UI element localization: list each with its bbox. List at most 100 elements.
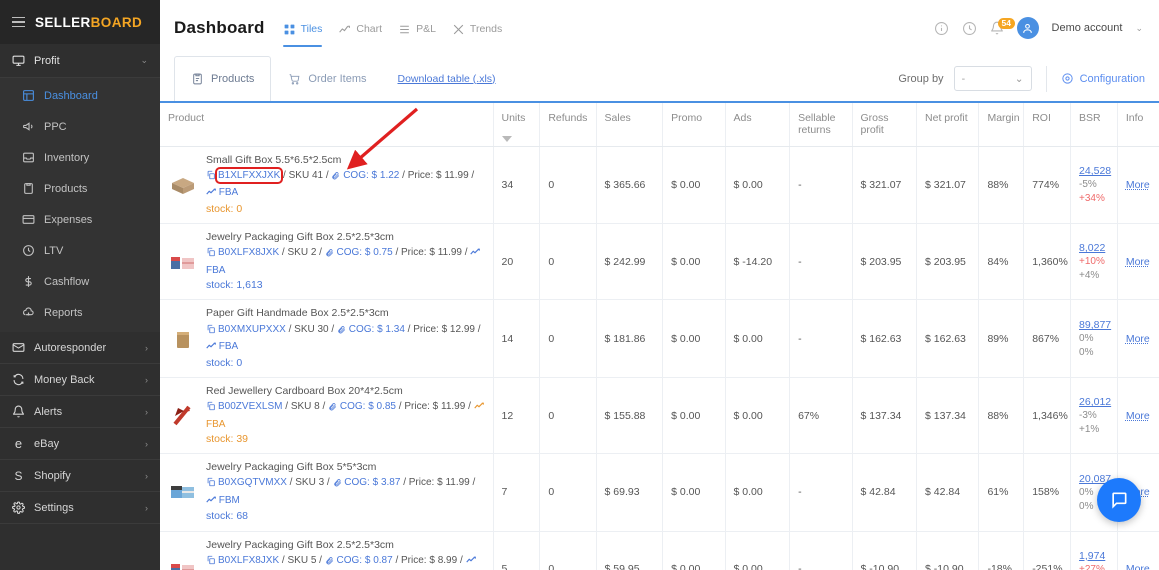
product-cog[interactable]: COG: $ 0.85	[340, 401, 396, 412]
table-row[interactable]: Jewelry Packaging Gift Box 2.5*2.5*3cm B0…	[160, 223, 1159, 301]
bsr-value[interactable]: 8,022	[1079, 241, 1111, 255]
col-bsr[interactable]: BSR	[1070, 103, 1118, 147]
account-name[interactable]: Demo account	[1052, 22, 1123, 34]
sidebar-item-alerts[interactable]: Alerts ›	[0, 396, 160, 428]
view-tab-tiles[interactable]: Tiles	[282, 0, 322, 56]
menu-toggle-button[interactable]	[12, 16, 25, 28]
tab-products[interactable]: Products	[174, 56, 272, 101]
copy-icon[interactable]	[206, 555, 216, 570]
sidebar-group-profit[interactable]: Profit ⌄	[0, 44, 160, 78]
products-table-container[interactable]: Product Units Refunds Sales Promo Ads Se…	[160, 103, 1159, 570]
copy-icon[interactable]	[206, 477, 216, 493]
table-row[interactable]: Paper Gift Handmade Box 2.5*2.5*3cm B0XMX…	[160, 299, 1159, 378]
link-icon[interactable]	[325, 248, 334, 263]
filter-icon[interactable]	[501, 135, 512, 142]
col-net-profit[interactable]: Net profit	[916, 103, 980, 147]
cart-icon	[288, 73, 301, 86]
trends-icon	[452, 23, 465, 36]
info-icon[interactable]	[934, 21, 949, 36]
link-icon[interactable]	[325, 556, 334, 570]
sidebar-item-autoresponder[interactable]: Autoresponder ›	[0, 332, 160, 364]
col-promo[interactable]: Promo	[662, 103, 726, 147]
sidebar-group-label: Profit	[34, 54, 60, 67]
chat-widget-button[interactable]	[1097, 478, 1141, 522]
col-refunds[interactable]: Refunds	[539, 103, 597, 147]
view-tab-trends[interactable]: Trends	[452, 0, 502, 56]
more-link[interactable]: More	[1126, 256, 1150, 268]
sidebar-item-ppc[interactable]: PPC	[0, 111, 160, 142]
product-cog[interactable]: COG: $ 1.22	[343, 170, 399, 181]
product-asin[interactable]: B0XLFX8JXK	[218, 555, 279, 566]
product-asin[interactable]: B0XMXUPXXX	[218, 324, 286, 335]
table-row[interactable]: Red Jewellery Cardboard Box 20*4*2.5cm B0…	[160, 377, 1159, 455]
copy-icon[interactable]	[206, 170, 216, 186]
view-tab-chart[interactable]: Chart	[338, 0, 382, 56]
history-clock-icon[interactable]	[962, 21, 977, 36]
sidebar-item-money-back[interactable]: Money Back ›	[0, 364, 160, 396]
product-channel[interactable]: FBA	[206, 265, 225, 276]
product-asin[interactable]: B0XLFX8JXK	[218, 247, 279, 258]
col-info[interactable]: Info	[1117, 103, 1159, 147]
col-product[interactable]: Product	[160, 103, 494, 147]
sidebar-item-shopify[interactable]: S Shopify ›	[0, 460, 160, 492]
col-gross-profit[interactable]: Gross profit	[852, 103, 918, 147]
more-link[interactable]: More	[1126, 333, 1150, 345]
shopify-icon: S	[14, 468, 23, 483]
product-asin[interactable]: B00ZVEXLSM	[218, 401, 282, 412]
product-channel[interactable]: FBA	[206, 419, 225, 430]
product-asin[interactable]: B1XLFXXJXK	[214, 166, 284, 184]
product-cog[interactable]: COG: $ 3.87	[344, 477, 400, 488]
link-icon[interactable]	[328, 402, 337, 417]
sidebar-item-expenses[interactable]: Expenses	[0, 204, 160, 235]
more-link[interactable]: More	[1126, 563, 1150, 570]
more-link[interactable]: More	[1126, 179, 1150, 191]
more-link[interactable]: More	[1126, 410, 1150, 422]
bsr-value[interactable]: 24,528	[1079, 164, 1111, 178]
bsr-value[interactable]: 1,974	[1079, 549, 1111, 563]
col-units[interactable]: Units	[493, 103, 541, 147]
table-row[interactable]: Jewelry Packaging Gift Box 2.5*2.5*3cm B0…	[160, 531, 1159, 570]
product-asin[interactable]: B0XGQTVMXX	[218, 477, 287, 488]
table-row[interactable]: Small Gift Box 5.5*6.5*2.5cm B1XLFXXJXK /…	[160, 146, 1159, 224]
col-sales[interactable]: Sales	[596, 103, 664, 147]
link-icon[interactable]	[337, 325, 346, 340]
chevron-down-icon[interactable]: ⌄	[1135, 23, 1143, 34]
col-sellable-returns[interactable]: Sellable returns	[789, 103, 853, 147]
download-table-link[interactable]: Download table (.xls)	[384, 56, 496, 101]
product-channel[interactable]: FBA	[219, 187, 238, 198]
sidebar-item-ebay[interactable]: e eBay ›	[0, 428, 160, 460]
product-cog[interactable]: COG: $ 0.75	[337, 247, 393, 258]
col-roi[interactable]: ROI	[1023, 103, 1072, 147]
notifications-button[interactable]: 54	[990, 18, 1015, 35]
copy-icon[interactable]	[206, 324, 216, 340]
sidebar-item-cashflow[interactable]: Cashflow	[0, 266, 160, 297]
product-cog[interactable]: COG: $ 0.87	[337, 555, 393, 566]
link-icon[interactable]	[333, 478, 342, 493]
product-meta: B00ZVEXLSM / SKU 8 / COG: $ 0.85 / Price…	[206, 401, 484, 430]
sidebar-item-products[interactable]: Products	[0, 173, 160, 204]
copy-icon[interactable]	[206, 401, 216, 417]
col-margin[interactable]: Margin	[978, 103, 1025, 147]
product-channel[interactable]: FBM	[219, 495, 240, 506]
sidebar-item-inventory[interactable]: Inventory	[0, 142, 160, 173]
group-by-label: Group by	[898, 72, 944, 85]
group-by-select[interactable]: - ⌄	[953, 66, 1032, 91]
sidebar-item-settings[interactable]: Settings ›	[0, 492, 160, 524]
product-channel[interactable]: FBA	[219, 341, 238, 352]
sidebar-item-dashboard[interactable]: Dashboard	[0, 80, 160, 111]
bsr-value[interactable]: 89,877	[1079, 318, 1111, 332]
notifications-badge: 54	[997, 18, 1015, 29]
link-icon[interactable]	[331, 171, 340, 186]
table-row[interactable]: Jewelry Packaging Gift Box 5*5*3cm B0XGQT…	[160, 453, 1159, 532]
product-cog[interactable]: COG: $ 1.34	[349, 324, 405, 335]
bsr-value[interactable]: 26,012	[1079, 395, 1111, 409]
tab-order-items[interactable]: Order Items	[271, 56, 383, 101]
sidebar-item-ltv[interactable]: LTV	[0, 235, 160, 266]
configuration-button[interactable]: Configuration	[1061, 72, 1145, 85]
sidebar-item-reports[interactable]: Reports	[0, 297, 160, 328]
col-ads[interactable]: Ads	[725, 103, 791, 147]
view-tab-pl[interactable]: P&L	[398, 0, 436, 56]
cell-product: Red Jewellery Cardboard Box 20*4*2.5cm B0…	[160, 377, 494, 455]
copy-icon[interactable]	[206, 247, 216, 263]
avatar[interactable]	[1016, 17, 1039, 39]
